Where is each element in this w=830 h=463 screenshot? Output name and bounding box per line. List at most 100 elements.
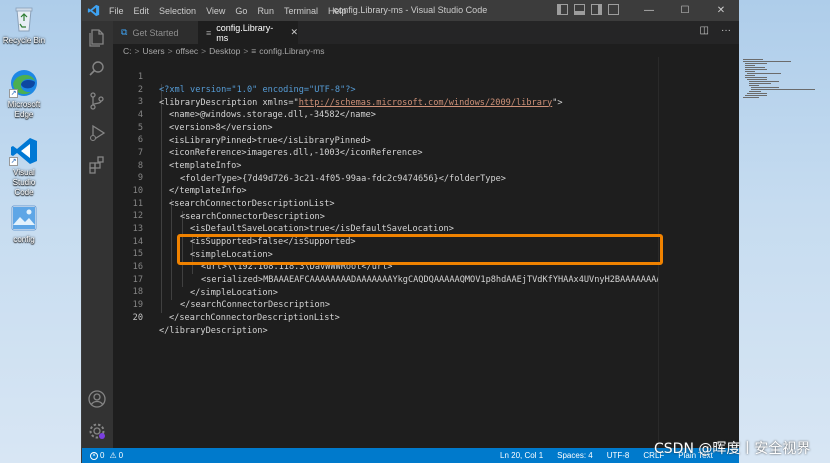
code-line: 6 <iconReference>imageres.dll,-1003</ico…: [113, 122, 658, 158]
code-line: 7 <templateInfo>: [113, 134, 658, 171]
close-icon[interactable]: ✕: [290, 27, 298, 38]
minimap-line: [747, 79, 767, 80]
title-bar: File Edit Selection View Go Run Terminal…: [82, 0, 739, 21]
code-line: 2 <libraryDescription xmlns="http://sche…: [113, 71, 658, 108]
problems-indicator[interactable]: × 0 ⚠ 0: [90, 448, 123, 463]
minimap-line: [745, 65, 755, 66]
minimap-line: [745, 69, 767, 70]
breadcrumb-item[interactable]: Users: [142, 46, 164, 56]
code-line: 19 </searchConnectorDescriptionList>: [113, 286, 658, 323]
code-line: 12 <isDefaultSaveLocation>true</isDefaul…: [113, 198, 658, 234]
file-lines-icon: ≡: [206, 27, 212, 38]
menu-bar: File Edit Selection View Go Run Terminal…: [104, 6, 351, 16]
extensions-icon[interactable]: [87, 155, 107, 175]
minimap-line: [745, 95, 767, 96]
watermark: CSDN @晖度丨安全视界: [654, 441, 811, 457]
code-line: 15 <url>\\192.168.118.3\DavWWWRoot</url>: [113, 236, 658, 272]
menu-terminal[interactable]: Terminal: [279, 6, 323, 16]
menu-go[interactable]: Go: [230, 6, 252, 16]
encoding[interactable]: UTF-8: [607, 451, 630, 460]
desktop-icon-vscode[interactable]: ↗ Visual Studio Code: [2, 136, 46, 198]
desktop-label: config: [13, 235, 35, 244]
code-line: 17 </simpleLocation>: [113, 261, 658, 298]
error-count: 0: [100, 451, 105, 460]
vscode-logo-icon: [82, 0, 104, 21]
code-token: </searchConnectorDescriptionList>: [169, 312, 340, 323]
tab-get-started[interactable]: ⧉ Get Started: [113, 21, 198, 44]
menu-edit[interactable]: Edit: [129, 6, 155, 16]
library-file-icon: [9, 203, 39, 233]
more-actions-icon[interactable]: ···: [721, 25, 731, 36]
code-line: 9 </templateInfo>: [113, 160, 658, 196]
vscode-tab-icon: ⧉: [121, 27, 128, 37]
warning-icon: ⚠: [109, 451, 117, 460]
minimap-line: [743, 59, 763, 60]
tabs-bar: ⧉ Get Started ≡ config.Library-ms ✕ ◫ ··…: [113, 21, 739, 44]
line-number: 20: [132, 312, 143, 323]
menu-selection[interactable]: Selection: [154, 6, 201, 16]
breadcrumb-item[interactable]: config.Library-ms: [259, 46, 324, 56]
search-icon[interactable]: [87, 59, 107, 79]
breadcrumb-item[interactable]: Desktop: [209, 46, 240, 56]
desktop-icon-config[interactable]: config: [2, 203, 46, 245]
recycle-bin-icon: [9, 4, 39, 34]
code-line: 4 <version>8</version>: [113, 96, 658, 133]
maximize-button[interactable]: ☐: [667, 0, 703, 21]
tab-config-library-ms[interactable]: ≡ config.Library-ms ✕: [198, 21, 298, 44]
toggle-secondary-sidebar-icon[interactable]: [591, 4, 602, 15]
manage-gear-icon[interactable]: [87, 421, 107, 441]
desktop-label: Microsoft Edge: [7, 100, 41, 119]
explorer-icon[interactable]: [87, 27, 107, 47]
minimap-line: [745, 71, 755, 72]
tab-label: Get Started: [132, 27, 179, 38]
minimap-line: [749, 85, 759, 86]
desktop-label: Recycle Bin: [2, 36, 46, 45]
toggle-sidebar-icon[interactable]: [557, 4, 568, 15]
edge-icon: ↗: [9, 68, 39, 98]
file-lines-icon: ≡: [251, 45, 257, 56]
source-control-icon[interactable]: [87, 91, 107, 111]
breadcrumb-item[interactable]: C:: [123, 46, 132, 56]
menu-file[interactable]: File: [104, 6, 129, 16]
close-button[interactable]: ✕: [703, 0, 739, 21]
desktop-label: Visual Studio Code: [12, 168, 36, 197]
code-line: 3 <name>@windows.storage.dll,-34582</nam…: [113, 84, 658, 120]
vscode-icon: ↗: [9, 136, 39, 166]
breadcrumb-separator: >: [134, 45, 140, 56]
code-line: 18 </searchConnectorDescription>: [113, 274, 658, 310]
minimap-line: [751, 87, 779, 88]
minimap-line: [749, 83, 771, 84]
layout-controls: [557, 4, 619, 15]
indentation[interactable]: Spaces: 4: [557, 451, 593, 460]
menu-run[interactable]: Run: [252, 6, 279, 16]
code-line: 14 <simpleLocation>: [113, 223, 658, 260]
accounts-icon[interactable]: [87, 389, 107, 409]
menu-help[interactable]: Help: [323, 6, 352, 16]
minimap[interactable]: [740, 57, 820, 127]
minimap-line: [745, 67, 765, 68]
shortcut-arrow-icon: ↗: [9, 89, 18, 98]
code-editor[interactable]: 1 <?xml version="1.0" encoding="UTF-8"?>…: [113, 57, 658, 448]
split-editor-icon[interactable]: ◫: [700, 25, 709, 36]
minimap-line: [745, 63, 767, 64]
menu-view[interactable]: View: [201, 6, 230, 16]
activity-bar: [82, 21, 113, 448]
minimize-button[interactable]: —: [631, 0, 667, 21]
breadcrumb-separator: >: [243, 45, 249, 56]
minimap-line: [745, 77, 767, 78]
run-debug-icon[interactable]: [87, 123, 107, 143]
shortcut-arrow-icon: ↗: [9, 157, 18, 166]
minimap-line: [749, 81, 779, 82]
code-line: 16 <serialized>MBAAAEAFCAAAAAAAADAAAAAAA…: [113, 248, 658, 285]
desktop-icon-recycle-bin[interactable]: Recycle Bin: [2, 4, 46, 46]
minimap-line: [743, 61, 791, 62]
breadcrumb-item[interactable]: offsec: [176, 46, 199, 56]
breadcrumb: C: > Users > offsec > Desktop > ≡ config…: [113, 44, 739, 57]
breadcrumb-separator: >: [167, 45, 173, 56]
desktop-icon-edge[interactable]: ↗ Microsoft Edge: [2, 68, 46, 120]
minimap-line: [751, 89, 815, 90]
toggle-panel-icon[interactable]: [574, 4, 585, 15]
code-line: 5 <isLibraryPinned>true</isLibraryPinned…: [113, 109, 658, 146]
cursor-position[interactable]: Ln 20, Col 1: [500, 451, 543, 460]
customize-layout-icon[interactable]: [608, 4, 619, 15]
